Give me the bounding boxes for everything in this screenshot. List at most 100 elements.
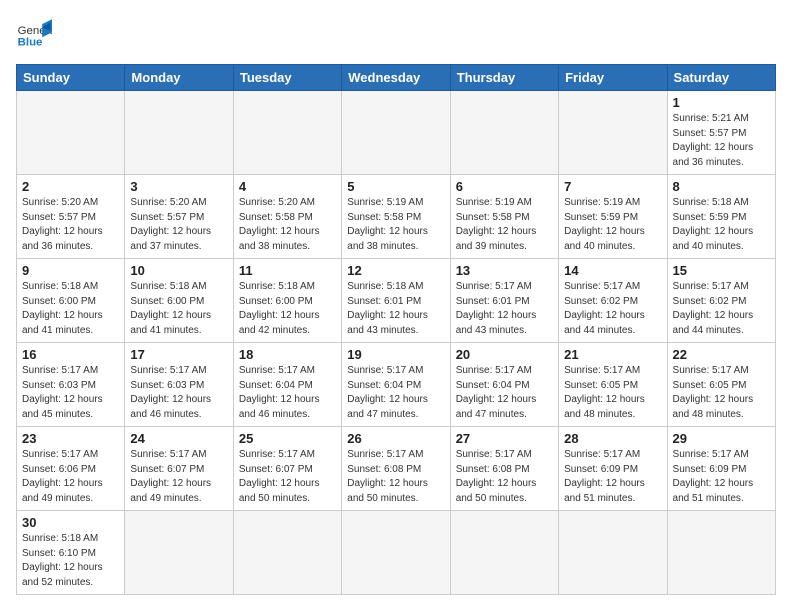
day-info: Sunrise: 5:18 AM Sunset: 5:59 PM Dayligh… bbox=[673, 196, 770, 254]
day-number: 28 bbox=[564, 431, 661, 446]
calendar-cell: 30 Sunrise: 5:18 AM Sunset: 6:10 PM Dayli… bbox=[17, 511, 125, 595]
day-number: 6 bbox=[456, 179, 553, 194]
calendar-row-1: 1Sunrise: 5:21 AM Sunset: 5:57 PM Daylig… bbox=[17, 91, 776, 175]
calendar-cell: 5Sunrise: 5:19 AM Sunset: 5:58 PM Daylig… bbox=[342, 175, 450, 259]
calendar-cell: 7 Sunrise: 5:19 AM Sunset: 5:59 PM Daylig… bbox=[559, 175, 667, 259]
day-info: Sunrise: 5:18 AM Sunset: 6:00 PM Dayligh… bbox=[239, 280, 336, 338]
day-info: Sunrise: 5:17 AM Sunset: 6:04 PM Dayligh… bbox=[456, 364, 553, 422]
calendar-cell: 21 Sunrise: 5:17 AM Sunset: 6:05 PM Dayli… bbox=[559, 343, 667, 427]
weekday-header-wednesday: Wednesday bbox=[342, 65, 450, 91]
weekday-header-saturday: Saturday bbox=[667, 65, 775, 91]
calendar-cell: 13Sunrise: 5:17 AM Sunset: 6:01 PM Dayli… bbox=[450, 259, 558, 343]
day-number: 30 bbox=[22, 515, 119, 530]
day-number: 11 bbox=[239, 263, 336, 278]
calendar-cell bbox=[342, 511, 450, 595]
day-number: 23 bbox=[22, 431, 119, 446]
day-info: Sunrise: 5:18 AM Sunset: 6:00 PM Dayligh… bbox=[130, 280, 227, 338]
day-info: Sunrise: 5:17 AM Sunset: 6:05 PM Dayligh… bbox=[564, 364, 661, 422]
calendar-cell: 1Sunrise: 5:21 AM Sunset: 5:57 PM Daylig… bbox=[667, 91, 775, 175]
day-info: Sunrise: 5:19 AM Sunset: 5:58 PM Dayligh… bbox=[347, 196, 444, 254]
day-info: Sunrise: 5:17 AM Sunset: 6:09 PM Dayligh… bbox=[673, 448, 770, 506]
calendar-row-5: 23 Sunrise: 5:17 AM Sunset: 6:06 PM Dayli… bbox=[17, 427, 776, 511]
day-number: 7 bbox=[564, 179, 661, 194]
calendar-cell bbox=[450, 511, 558, 595]
svg-text:Blue: Blue bbox=[18, 36, 43, 48]
day-info: Sunrise: 5:17 AM Sunset: 6:04 PM Dayligh… bbox=[239, 364, 336, 422]
calendar-cell: 28Sunrise: 5:17 AM Sunset: 6:09 PM Dayli… bbox=[559, 427, 667, 511]
calendar-cell bbox=[233, 91, 341, 175]
calendar-cell: 3Sunrise: 5:20 AM Sunset: 5:57 PM Daylig… bbox=[125, 175, 233, 259]
calendar-cell: 10 Sunrise: 5:18 AM Sunset: 6:00 PM Dayli… bbox=[125, 259, 233, 343]
calendar-row-4: 16 Sunrise: 5:17 AM Sunset: 6:03 PM Dayli… bbox=[17, 343, 776, 427]
day-number: 29 bbox=[673, 431, 770, 446]
weekday-header-monday: Monday bbox=[125, 65, 233, 91]
calendar-cell: 25Sunrise: 5:17 AM Sunset: 6:07 PM Dayli… bbox=[233, 427, 341, 511]
day-info: Sunrise: 5:20 AM Sunset: 5:57 PM Dayligh… bbox=[22, 196, 119, 254]
day-number: 3 bbox=[130, 179, 227, 194]
page-header: General Blue bbox=[16, 16, 776, 52]
calendar-row-2: 2 Sunrise: 5:20 AM Sunset: 5:57 PM Daylig… bbox=[17, 175, 776, 259]
day-info: Sunrise: 5:17 AM Sunset: 6:04 PM Dayligh… bbox=[347, 364, 444, 422]
day-number: 16 bbox=[22, 347, 119, 362]
calendar-cell: 29 Sunrise: 5:17 AM Sunset: 6:09 PM Dayli… bbox=[667, 427, 775, 511]
day-info: Sunrise: 5:17 AM Sunset: 6:08 PM Dayligh… bbox=[456, 448, 553, 506]
day-number: 4 bbox=[239, 179, 336, 194]
calendar-cell bbox=[17, 91, 125, 175]
calendar-cell: 8Sunrise: 5:18 AM Sunset: 5:59 PM Daylig… bbox=[667, 175, 775, 259]
calendar-cell: 15 Sunrise: 5:17 AM Sunset: 6:02 PM Dayli… bbox=[667, 259, 775, 343]
day-number: 12 bbox=[347, 263, 444, 278]
calendar-cell: 20 Sunrise: 5:17 AM Sunset: 6:04 PM Dayli… bbox=[450, 343, 558, 427]
calendar-cell: 26 Sunrise: 5:17 AM Sunset: 6:08 PM Dayli… bbox=[342, 427, 450, 511]
day-number: 2 bbox=[22, 179, 119, 194]
day-number: 27 bbox=[456, 431, 553, 446]
calendar-cell bbox=[342, 91, 450, 175]
weekday-header-thursday: Thursday bbox=[450, 65, 558, 91]
day-number: 21 bbox=[564, 347, 661, 362]
day-number: 1 bbox=[673, 95, 770, 110]
day-info: Sunrise: 5:17 AM Sunset: 6:02 PM Dayligh… bbox=[673, 280, 770, 338]
day-number: 9 bbox=[22, 263, 119, 278]
day-number: 15 bbox=[673, 263, 770, 278]
day-number: 24 bbox=[130, 431, 227, 446]
day-info: Sunrise: 5:19 AM Sunset: 5:59 PM Dayligh… bbox=[564, 196, 661, 254]
calendar-cell: 14Sunrise: 5:17 AM Sunset: 6:02 PM Dayli… bbox=[559, 259, 667, 343]
day-number: 18 bbox=[239, 347, 336, 362]
weekday-header-tuesday: Tuesday bbox=[233, 65, 341, 91]
day-info: Sunrise: 5:17 AM Sunset: 6:08 PM Dayligh… bbox=[347, 448, 444, 506]
calendar-cell: 2 Sunrise: 5:20 AM Sunset: 5:57 PM Daylig… bbox=[17, 175, 125, 259]
day-number: 14 bbox=[564, 263, 661, 278]
weekday-header-friday: Friday bbox=[559, 65, 667, 91]
day-info: Sunrise: 5:18 AM Sunset: 6:01 PM Dayligh… bbox=[347, 280, 444, 338]
calendar-table: SundayMondayTuesdayWednesdayThursdayFrid… bbox=[16, 64, 776, 595]
day-number: 20 bbox=[456, 347, 553, 362]
calendar-cell: 23 Sunrise: 5:17 AM Sunset: 6:06 PM Dayli… bbox=[17, 427, 125, 511]
calendar-cell: 4 Sunrise: 5:20 AM Sunset: 5:58 PM Daylig… bbox=[233, 175, 341, 259]
weekday-header-row: SundayMondayTuesdayWednesdayThursdayFrid… bbox=[17, 65, 776, 91]
calendar-cell: 12 Sunrise: 5:18 AM Sunset: 6:01 PM Dayli… bbox=[342, 259, 450, 343]
calendar-cell bbox=[125, 91, 233, 175]
day-info: Sunrise: 5:17 AM Sunset: 6:07 PM Dayligh… bbox=[130, 448, 227, 506]
calendar-cell bbox=[559, 511, 667, 595]
calendar-cell: 16Sunrise: 5:17 AM Sunset: 6:03 PM Dayli… bbox=[17, 343, 125, 427]
day-info: Sunrise: 5:17 AM Sunset: 6:03 PM Dayligh… bbox=[130, 364, 227, 422]
calendar-cell: 9Sunrise: 5:18 AM Sunset: 6:00 PM Daylig… bbox=[17, 259, 125, 343]
day-number: 26 bbox=[347, 431, 444, 446]
day-info: Sunrise: 5:17 AM Sunset: 6:05 PM Dayligh… bbox=[673, 364, 770, 422]
calendar-row-6: 30 Sunrise: 5:18 AM Sunset: 6:10 PM Dayli… bbox=[17, 511, 776, 595]
logo: General Blue bbox=[16, 16, 52, 52]
day-info: Sunrise: 5:20 AM Sunset: 5:58 PM Dayligh… bbox=[239, 196, 336, 254]
calendar-cell: 17Sunrise: 5:17 AM Sunset: 6:03 PM Dayli… bbox=[125, 343, 233, 427]
calendar-row-3: 9 Sunrise: 5:18 AM Sunset: 6:00 PM Daylig… bbox=[17, 259, 776, 343]
day-number: 19 bbox=[347, 347, 444, 362]
weekday-header-sunday: Sunday bbox=[17, 65, 125, 91]
day-info: Sunrise: 5:17 AM Sunset: 6:06 PM Dayligh… bbox=[22, 448, 119, 506]
day-number: 13 bbox=[456, 263, 553, 278]
calendar-cell: 22Sunrise: 5:17 AM Sunset: 6:05 PM Dayli… bbox=[667, 343, 775, 427]
day-number: 10 bbox=[130, 263, 227, 278]
calendar-cell: 11 Sunrise: 5:18 AM Sunset: 6:00 PM Dayli… bbox=[233, 259, 341, 343]
day-info: Sunrise: 5:18 AM Sunset: 6:10 PM Dayligh… bbox=[22, 532, 119, 590]
logo-icon: General Blue bbox=[16, 16, 52, 52]
calendar-cell bbox=[125, 511, 233, 595]
calendar-cell bbox=[233, 511, 341, 595]
calendar-cell: 27 Sunrise: 5:17 AM Sunset: 6:08 PM Dayli… bbox=[450, 427, 558, 511]
